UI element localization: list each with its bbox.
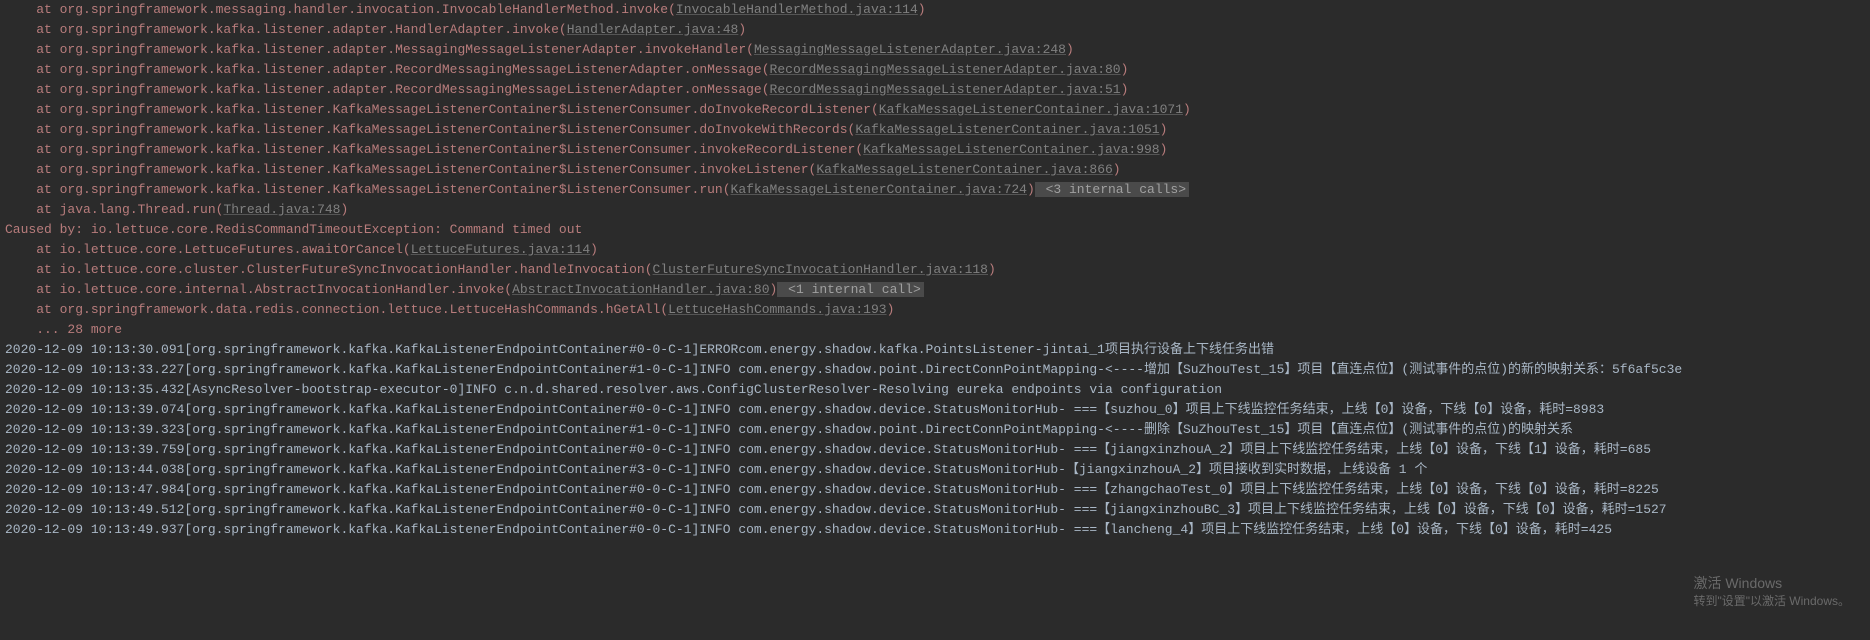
- stack-method: at org.springframework.kafka.listener.Ka…: [5, 122, 848, 137]
- stacktrace-line: at org.springframework.kafka.listener.ad…: [5, 20, 1870, 40]
- close-paren: ): [1160, 122, 1168, 137]
- stack-method: at org.springframework.kafka.listener.ad…: [5, 82, 762, 97]
- source-location-link[interactable]: KafkaMessageListenerContainer.java:1071: [879, 102, 1183, 117]
- open-paren: (: [660, 302, 668, 317]
- stack-method: at io.lettuce.core.internal.AbstractInvo…: [5, 282, 504, 297]
- close-paren: ): [340, 202, 348, 217]
- stacktrace-line: at org.springframework.kafka.listener.ad…: [5, 40, 1870, 60]
- open-paren: (: [668, 2, 676, 17]
- log-line: 2020-12-09 10:13:35.432[AsyncResolver-bo…: [5, 380, 1870, 400]
- stack-method: at io.lettuce.core.LettuceFutures.awaitO…: [5, 242, 403, 257]
- stacktrace-line: at io.lettuce.core.LettuceFutures.awaitO…: [5, 240, 1870, 260]
- log-line: 2020-12-09 10:13:39.759[org.springframew…: [5, 440, 1870, 460]
- stacktrace-line: at org.springframework.kafka.listener.ad…: [5, 60, 1870, 80]
- stack-method: at org.springframework.kafka.listener.Ka…: [5, 142, 855, 157]
- stack-method: at org.springframework.kafka.listener.ad…: [5, 62, 762, 77]
- source-location-link[interactable]: LettuceHashCommands.java:193: [668, 302, 886, 317]
- stacktrace-line: at org.springframework.kafka.listener.Ka…: [5, 140, 1870, 160]
- open-paren: (: [559, 22, 567, 37]
- open-paren: (: [645, 262, 653, 277]
- log-line: 2020-12-09 10:13:33.227[org.springframew…: [5, 360, 1870, 380]
- source-location-link[interactable]: RecordMessagingMessageListenerAdapter.ja…: [770, 62, 1121, 77]
- close-paren: ): [1183, 102, 1191, 117]
- source-location-link[interactable]: KafkaMessageListenerContainer.java:724: [731, 182, 1027, 197]
- stack-method: at org.springframework.kafka.listener.ad…: [5, 22, 559, 37]
- log-line: 2020-12-09 10:13:47.984[org.springframew…: [5, 480, 1870, 500]
- stacktrace-line: at org.springframework.data.redis.connec…: [5, 300, 1870, 320]
- stack-method: at org.springframework.messaging.handler…: [5, 2, 668, 17]
- source-location-link[interactable]: InvocableHandlerMethod.java:114: [676, 2, 918, 17]
- source-location-link[interactable]: Thread.java:748: [223, 202, 340, 217]
- stacktrace-line: at org.springframework.messaging.handler…: [5, 0, 1870, 20]
- windows-activation-watermark: 激活 Windows 转到"设置"以激活 Windows。: [1693, 574, 1850, 610]
- stacktrace-line: at org.springframework.kafka.listener.Ka…: [5, 160, 1870, 180]
- source-location-link[interactable]: AbstractInvocationHandler.java:80: [512, 282, 769, 297]
- internal-calls-badge[interactable]: <3 internal calls>: [1035, 182, 1189, 197]
- close-paren: ): [1160, 142, 1168, 157]
- open-paren: (: [762, 62, 770, 77]
- stacktrace-line: at org.springframework.kafka.listener.ad…: [5, 80, 1870, 100]
- log-console[interactable]: at org.springframework.messaging.handler…: [5, 0, 1870, 540]
- close-paren: ): [988, 262, 996, 277]
- log-line: 2020-12-09 10:13:39.074[org.springframew…: [5, 400, 1870, 420]
- stack-method: at org.springframework.data.redis.connec…: [5, 302, 660, 317]
- caused-by-line: Caused by: io.lettuce.core.RedisCommandT…: [5, 220, 1870, 240]
- stacktrace-line: at io.lettuce.core.cluster.ClusterFuture…: [5, 260, 1870, 280]
- log-line: 2020-12-09 10:13:44.038[org.springframew…: [5, 460, 1870, 480]
- stack-method: at org.springframework.kafka.listener.Ka…: [5, 182, 723, 197]
- stack-method: at org.springframework.kafka.listener.Ka…: [5, 162, 809, 177]
- open-paren: (: [762, 82, 770, 97]
- source-location-link[interactable]: KafkaMessageListenerContainer.java:866: [816, 162, 1112, 177]
- source-location-link[interactable]: MessagingMessageListenerAdapter.java:248: [754, 42, 1066, 57]
- close-paren: ): [1121, 82, 1129, 97]
- open-paren: (: [504, 282, 512, 297]
- stacktrace-line: at io.lettuce.core.internal.AbstractInvo…: [5, 280, 1870, 300]
- source-location-link[interactable]: ClusterFutureSyncInvocationHandler.java:…: [653, 262, 988, 277]
- source-location-link[interactable]: HandlerAdapter.java:48: [567, 22, 739, 37]
- close-paren: ): [887, 302, 895, 317]
- open-paren: (: [723, 182, 731, 197]
- stacktrace-line: at org.springframework.kafka.listener.Ka…: [5, 180, 1870, 200]
- stacktrace-line: at org.springframework.kafka.listener.Ka…: [5, 120, 1870, 140]
- open-paren: (: [871, 102, 879, 117]
- stack-method: at java.lang.Thread.run: [5, 202, 216, 217]
- close-paren: ): [738, 22, 746, 37]
- log-line: 2020-12-09 10:13:49.512[org.springframew…: [5, 500, 1870, 520]
- stack-method: at org.springframework.kafka.listener.ad…: [5, 42, 746, 57]
- watermark-title: 激活 Windows: [1693, 574, 1850, 592]
- close-paren: ): [918, 2, 926, 17]
- source-location-link[interactable]: KafkaMessageListenerContainer.java:1051: [855, 122, 1159, 137]
- open-paren: (: [403, 242, 411, 257]
- close-paren: ): [1066, 42, 1074, 57]
- source-location-link[interactable]: LettuceFutures.java:114: [411, 242, 590, 257]
- open-paren: (: [855, 142, 863, 157]
- close-paren: ): [1027, 182, 1035, 197]
- internal-calls-badge[interactable]: <1 internal call>: [777, 282, 923, 297]
- watermark-subtitle: 转到"设置"以激活 Windows。: [1693, 592, 1850, 610]
- source-location-link[interactable]: RecordMessagingMessageListenerAdapter.ja…: [770, 82, 1121, 97]
- stacktrace-line: at java.lang.Thread.run(Thread.java:748): [5, 200, 1870, 220]
- stack-method: at io.lettuce.core.cluster.ClusterFuture…: [5, 262, 645, 277]
- stacktrace-line: at org.springframework.kafka.listener.Ka…: [5, 100, 1870, 120]
- open-paren: (: [746, 42, 754, 57]
- source-location-link[interactable]: KafkaMessageListenerContainer.java:998: [863, 142, 1159, 157]
- more-frames[interactable]: ... 28 more: [5, 320, 1870, 340]
- close-paren: ): [590, 242, 598, 257]
- log-line: 2020-12-09 10:13:39.323[org.springframew…: [5, 420, 1870, 440]
- close-paren: ): [1121, 62, 1129, 77]
- stack-method: at org.springframework.kafka.listener.Ka…: [5, 102, 871, 117]
- log-line: 2020-12-09 10:13:49.937[org.springframew…: [5, 520, 1870, 540]
- close-paren: ): [1113, 162, 1121, 177]
- log-line: 2020-12-09 10:13:30.091[org.springframew…: [5, 340, 1870, 360]
